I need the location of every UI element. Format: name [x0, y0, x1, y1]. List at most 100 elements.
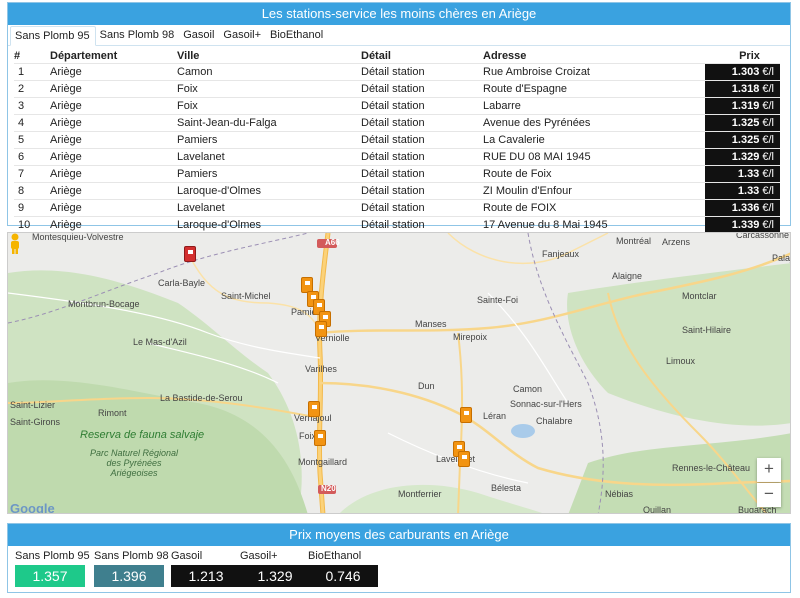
tab-bioethanol[interactable]: BioEthanol: [266, 26, 328, 45]
zoom-out-button[interactable]: −: [757, 483, 781, 507]
place-label: Saint-Girons: [10, 417, 61, 427]
place-label: Palaja: [772, 253, 791, 263]
place-label: Léran: [483, 411, 507, 421]
place-label: Rennes-le-Château: [672, 463, 751, 473]
detail-station-link[interactable]: Détail station: [361, 114, 483, 132]
table-row: 2 Ariège Foix Détail station Route d'Espagne…: [14, 80, 780, 98]
table-row: 10 Ariège Laroque-d'Olmes Détail station 17 …: [14, 216, 780, 233]
price-unit: €/l: [762, 202, 774, 214]
price-badge: 1.336 €/l: [705, 200, 780, 216]
station-marker[interactable]: [315, 321, 327, 337]
detail-station-link[interactable]: Détail station: [361, 80, 483, 98]
place-label: Sainte-Foi: [477, 295, 519, 305]
price-value: 1.336: [731, 202, 760, 214]
tab-gasoil[interactable]: Gasoil: [179, 26, 219, 45]
stations-panel: Les stations-service les moins chères en…: [7, 2, 791, 233]
col-departement: Département: [50, 50, 118, 62]
cell-prix: 1.336 €/l: [705, 199, 780, 217]
price-unit: €/l: [762, 83, 774, 95]
cell-prix: 1.303 €/l: [705, 63, 780, 81]
place-label: Montbrun-Bocage: [68, 299, 140, 309]
price-badge: 1.329 €/l: [705, 149, 780, 165]
average-price-item: Gasoil+ 1.329: [240, 550, 310, 587]
averages-panel: Prix moyens des carburants en Ariège San…: [7, 523, 791, 593]
table-row: 6 Ariège Lavelanet Détail station RUE DU 08 …: [14, 148, 780, 166]
cell-departement: Ariège: [50, 97, 177, 115]
detail-station-link[interactable]: Détail station: [361, 148, 483, 166]
cell-rank: 4: [14, 114, 50, 132]
average-price-value: 1.357: [15, 565, 85, 587]
station-marker[interactable]: [458, 451, 470, 467]
place-label: Alaigne: [612, 271, 643, 281]
detail-station-link[interactable]: Détail station: [361, 131, 483, 149]
detail-station-link[interactable]: Détail station: [361, 97, 483, 115]
detail-station-link[interactable]: Détail station: [361, 199, 483, 217]
cell-departement: Ariège: [50, 216, 177, 233]
price-value: 1.329: [731, 151, 760, 163]
zoom-in-button[interactable]: +: [757, 458, 781, 482]
cell-rank: 2: [14, 80, 50, 98]
place-label: Manses: [415, 319, 447, 329]
stations-panel-title: Les stations-service les moins chères en…: [8, 3, 790, 25]
station-marker[interactable]: [314, 430, 326, 446]
cell-rank: 3: [14, 97, 50, 115]
price-badge: 1.325 €/l: [705, 115, 780, 131]
average-fuel-label: Gasoil: [171, 550, 203, 562]
cell-departement: Ariège: [50, 63, 177, 81]
price-value: 1.325: [731, 134, 760, 146]
fuel-tabs: Sans Plomb 95 Sans Plomb 98 Gasoil Gasoi…: [8, 26, 790, 46]
park-label-secondary: Parc Naturel Régional des Pyrénées Ariég…: [89, 448, 179, 478]
table-row: 3 Ariège Foix Détail station Labarre 1.319 €/…: [14, 97, 780, 115]
table-row: 9 Ariège Lavelanet Détail station Route de F…: [14, 199, 780, 217]
cell-departement: Ariège: [50, 182, 177, 200]
tab-sans-plomb-98[interactable]: Sans Plomb 98: [96, 26, 180, 45]
price-value: 1.318: [731, 83, 760, 95]
cell-rank: 7: [14, 165, 50, 183]
average-price-value: 1.213: [171, 565, 241, 587]
price-value: 1.325: [731, 117, 760, 129]
place-label: Saint-Michel: [221, 291, 271, 301]
price-unit: €/l: [762, 66, 774, 78]
price-value: 1.339: [731, 219, 760, 231]
detail-station-link[interactable]: Détail station: [361, 63, 483, 81]
cell-ville: Camon: [177, 63, 361, 81]
cell-adresse: 17 Avenue du 8 Mai 1945: [483, 216, 705, 233]
detail-station-link[interactable]: Détail station: [361, 165, 483, 183]
place-label: Saint-Lizier: [10, 400, 56, 410]
place-label: Montferrier: [398, 489, 442, 499]
street-view-pegman-icon[interactable]: [8, 233, 22, 255]
tab-gasoil-plus[interactable]: Gasoil+: [219, 26, 266, 45]
price-value: 1.303: [731, 66, 760, 78]
place-label: Carla-Bayle: [158, 278, 206, 288]
detail-station-link[interactable]: Détail station: [361, 216, 483, 233]
cell-rank: 5: [14, 131, 50, 149]
stations-table: # Département Ville Détail Adresse Prix …: [14, 49, 780, 233]
price-unit: €/l: [762, 185, 774, 197]
average-price-item: Sans Plomb 95 1.357: [15, 550, 90, 587]
detail-station-link[interactable]: Détail station: [361, 182, 483, 200]
price-value: 1.33: [737, 185, 760, 197]
table-row: 7 Ariège Pamiers Détail station Route de Foi…: [14, 165, 780, 183]
table-row: 4 Ariège Saint-Jean-du-Falga Détail station…: [14, 114, 780, 132]
average-price-value: 1.396: [94, 565, 164, 587]
table-header-row: # Département Ville Détail Adresse Prix: [14, 49, 780, 64]
place-label: Mirepoix: [453, 332, 488, 342]
place-label: Montréal: [616, 236, 652, 246]
average-price-item: Gasoil 1.213: [171, 550, 241, 587]
station-marker[interactable]: [460, 407, 472, 423]
place-label: La Bastide-de-Serou: [160, 393, 243, 403]
stations-map[interactable]: A66 N20 Montesquieu-Volvestre Carla-Bayl…: [7, 232, 791, 514]
cell-prix: 1.318 €/l: [705, 80, 780, 98]
place-label: Nébias: [605, 489, 634, 499]
cell-ville: Laroque-d'Olmes: [177, 182, 361, 200]
cell-adresse: ZI Moulin d'Enfour: [483, 182, 705, 200]
cell-prix: 1.325 €/l: [705, 114, 780, 132]
cell-ville: Laroque-d'Olmes: [177, 216, 361, 233]
cell-ville: Lavelanet: [177, 199, 361, 217]
place-label: Chalabre: [536, 416, 573, 426]
station-marker[interactable]: [308, 401, 320, 417]
station-marker[interactable]: [184, 246, 196, 262]
cell-departement: Ariège: [50, 114, 177, 132]
tab-sans-plomb-95[interactable]: Sans Plomb 95: [10, 26, 96, 46]
place-label: Bélesta: [491, 483, 522, 493]
